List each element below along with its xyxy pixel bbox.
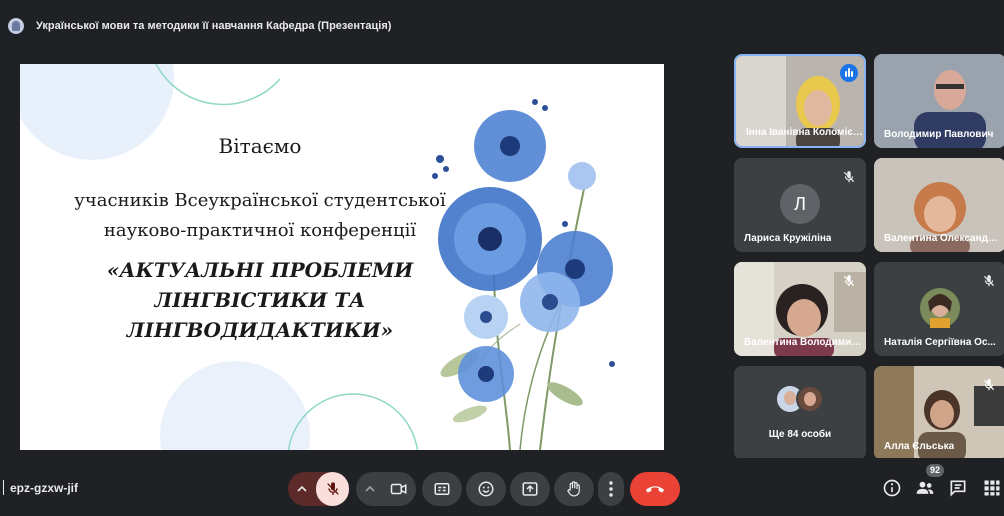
chevron-up-icon [297, 485, 307, 492]
speaking-indicator-icon [840, 64, 858, 82]
people-icon[interactable] [915, 478, 935, 498]
mic-off-icon [983, 379, 995, 391]
participant-tile[interactable]: Алла Єльська [874, 366, 1004, 460]
captions-icon [434, 483, 450, 495]
chat-icon[interactable] [948, 478, 968, 498]
more-options-icon [609, 481, 613, 497]
microphone-control [288, 472, 349, 506]
chevron-up-icon [365, 485, 375, 492]
participant-name: Валентина Олександрівна [884, 233, 1002, 244]
presenter-avatar [8, 18, 24, 34]
avatar: Л [780, 184, 820, 224]
participant-tile[interactable]: Інна Іванівна Коломієць [734, 54, 866, 148]
hangup-icon [645, 486, 665, 493]
participant-tile[interactable]: Володимир Павлович [874, 54, 1004, 148]
reactions-button[interactable] [466, 472, 506, 506]
meeting-code: epz-gzxw-jif [3, 480, 78, 495]
more-options-button[interactable] [598, 472, 624, 506]
window-title: Української мови та методики її навчання… [36, 20, 392, 32]
mic-options-button[interactable] [288, 472, 316, 506]
slide-greeting: Вітаємо [218, 134, 302, 158]
mic-off-icon [843, 275, 855, 287]
avatar-group [777, 385, 824, 413]
participant-name: Наталія Сергіївна Ос... [884, 337, 996, 348]
participant-tile[interactable]: Л Лариса Кружіліна [734, 158, 866, 252]
more-participants-tile[interactable]: Ще 84 особи [734, 366, 866, 460]
emoji-icon [478, 481, 494, 497]
mic-off-icon [983, 275, 995, 287]
conference-title-1: «АКТУАЛЬНІ ПРОБЛЕМИ [106, 258, 414, 282]
camera-options-button[interactable] [356, 472, 384, 506]
conference-title-2: ЛІНГВІСТИКИ ТА [154, 288, 366, 312]
camera-icon [390, 483, 407, 495]
raise-hand-icon [567, 481, 580, 497]
presentation-slide: Вітаємо учасників Всеукраїнської студент… [20, 64, 664, 450]
mic-toggle-button[interactable] [316, 472, 349, 506]
slide-line-1: учасників Всеукраїнської студентської [74, 190, 446, 211]
avatar [920, 288, 960, 328]
participants-count-badge: 92 [926, 464, 944, 477]
participant-name: Лариса Кружіліна [744, 233, 832, 244]
present-icon [522, 482, 538, 496]
info-icon[interactable] [882, 478, 902, 498]
slide-decoration [20, 64, 615, 450]
participant-tile[interactable]: Валентина Володимирівна [734, 262, 866, 356]
participant-tile[interactable]: Валентина Олександрівна [874, 158, 1004, 252]
top-bar: Української мови та методики її навчання… [0, 0, 1004, 44]
mic-off-icon [843, 171, 855, 183]
camera-toggle-button[interactable] [382, 472, 416, 506]
participant-tile[interactable]: Наталія Сергіївна Ос... [874, 262, 1004, 356]
captions-button[interactable] [422, 472, 462, 506]
present-button[interactable] [510, 472, 550, 506]
participant-name: Інна Іванівна Коломієць [746, 127, 864, 138]
camera-control [356, 472, 416, 506]
activities-icon[interactable] [982, 478, 1002, 498]
bottom-control-bar: epz-gzxw-jif 92 [0, 458, 1004, 516]
more-participants-label: Ще 84 особи [768, 429, 832, 440]
participant-name: Валентина Володимирівна [744, 337, 862, 348]
leave-call-button[interactable] [630, 472, 680, 506]
conference-title-3: ЛІНГВОДИДАКТИКИ» [126, 318, 394, 342]
mic-off-icon [327, 482, 339, 495]
slide-line-2: науково-практичної конференції [103, 220, 417, 241]
raise-hand-button[interactable] [554, 472, 594, 506]
participant-name: Алла Єльська [884, 441, 955, 452]
participant-name: Володимир Павлович [884, 129, 994, 140]
